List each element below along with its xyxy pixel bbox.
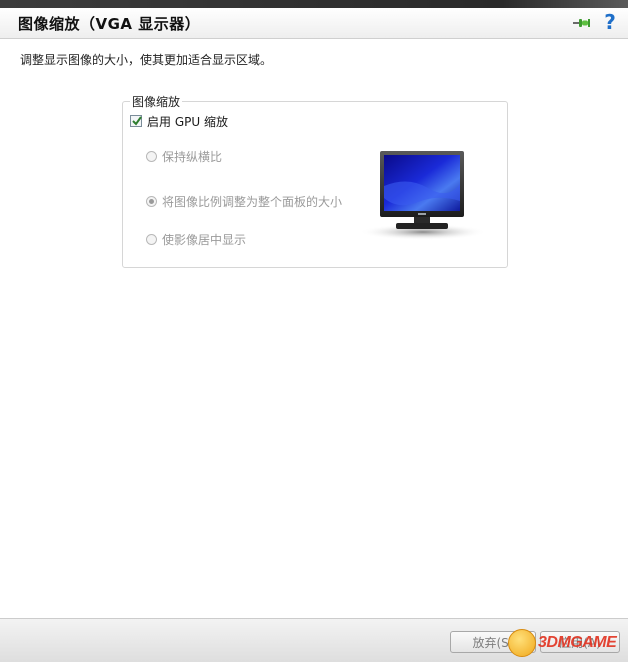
radio-button[interactable] [146, 233, 157, 245]
monitor-icon [358, 146, 488, 242]
watermark: 3DMGAME [508, 628, 617, 658]
radio-button[interactable] [146, 150, 157, 162]
help-icon[interactable]: ? [600, 10, 620, 34]
radio-center[interactable]: 使影像居中显示 [146, 231, 246, 247]
page-description: 调整显示图像的大小，使其更加适合显示区域。 [20, 53, 273, 67]
page-header: 图像缩放（VGA 显示器） ? [0, 8, 628, 39]
groupbox-title: 图像缩放 [130, 93, 183, 110]
checkbox-box[interactable] [130, 115, 142, 127]
watermark-logo-icon [508, 629, 536, 657]
radio-label: 保持纵横比 [162, 149, 223, 164]
checkbox-label: 启用 GPU 缩放 [147, 114, 228, 129]
checkmark-icon [132, 116, 142, 126]
pin-icon[interactable] [572, 15, 592, 31]
gpu-scaling-checkbox[interactable]: 启用 GPU 缩放 [130, 113, 228, 129]
radio-label: 使影像居中显示 [162, 232, 247, 247]
radio-keep-aspect[interactable]: 保持纵横比 [146, 148, 222, 164]
radio-button[interactable] [146, 195, 157, 207]
radio-full-panel[interactable]: 将图像比例调整为整个面板的大小 [146, 193, 342, 209]
window-top-strip [0, 0, 628, 8]
watermark-text: 3DMGAME [538, 634, 617, 651]
page-title: 图像缩放（VGA 显示器） [18, 15, 201, 33]
radio-label: 将图像比例调整为整个面板的大小 [162, 194, 343, 209]
